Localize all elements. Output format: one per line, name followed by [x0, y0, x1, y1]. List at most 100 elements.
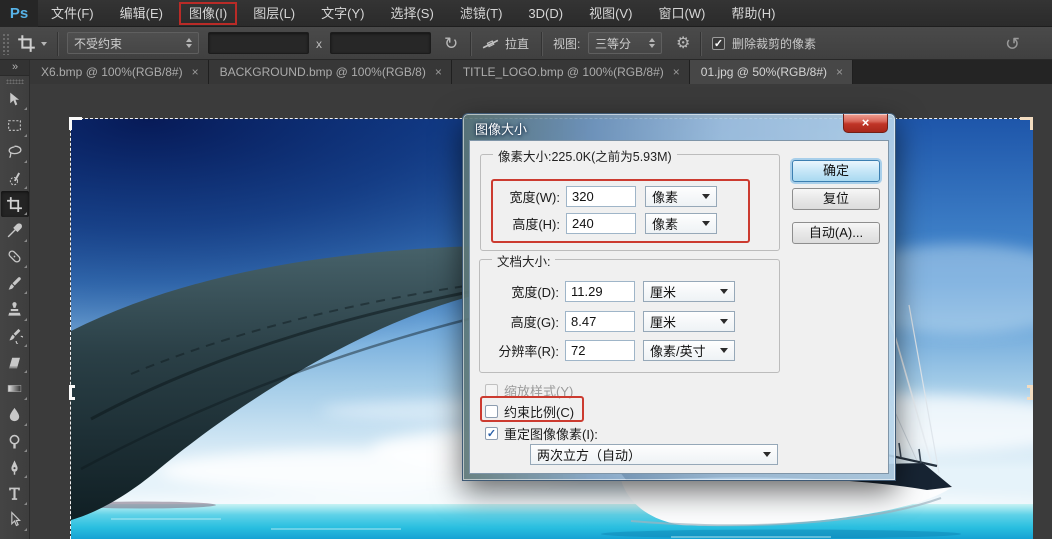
view-overlay-dropdown[interactable]: 三等分 — [588, 32, 662, 54]
pen-tool-icon[interactable] — [1, 454, 29, 480]
gear-icon[interactable]: ⚙ — [676, 27, 690, 60]
crop-handle-top-right[interactable] — [1020, 117, 1033, 130]
dialog-body: 像素大小:225.0K(之前为5.93M) 宽度(W): 像素 高度(H): 像… — [469, 140, 889, 474]
dropdown-arrow-icon — [720, 289, 728, 294]
tools-panel: » — [0, 60, 30, 539]
menu-item[interactable]: 3D(D) — [515, 0, 576, 27]
lasso-tool-icon[interactable] — [1, 139, 29, 165]
document-tab[interactable]: BACKGROUND.bmp @ 100%(RGB/8) × — [209, 60, 452, 84]
menu-item[interactable]: 滤镜(T) — [447, 0, 516, 27]
menu-item[interactable]: 图层(L) — [240, 0, 308, 27]
tab-label: TITLE_LOGO.bmp @ 100%(RGB/8#) — [463, 65, 664, 79]
document-tab[interactable]: X6.bmp @ 100%(RGB/8#)× — [30, 60, 209, 84]
ok-button[interactable]: 确定 — [792, 160, 880, 182]
gradient-tool-icon[interactable] — [1, 375, 29, 401]
menu-item[interactable]: 编辑(E) — [107, 0, 176, 27]
tab-close-icon[interactable]: × — [435, 66, 442, 78]
path-selection-tool-icon[interactable] — [1, 507, 29, 533]
doc-width-label: 宽度(D): — [479, 282, 559, 301]
spot-healing-brush-tool-icon[interactable] — [1, 244, 29, 270]
crop-tool-icon[interactable] — [17, 27, 47, 60]
scale-styles-row[interactable]: 缩放样式(Y) — [485, 380, 573, 401]
crop-handle-top-left[interactable] — [69, 117, 82, 130]
doc-height-label: 高度(G): — [479, 312, 559, 331]
reset-tool-icon[interactable]: ↺ — [1005, 27, 1020, 60]
pixel-height-unit-dropdown[interactable]: 像素 — [645, 213, 717, 234]
close-button[interactable]: × — [843, 114, 888, 133]
doc-height-unit-dropdown[interactable]: 厘米 — [643, 311, 735, 332]
document-tab[interactable]: TITLE_LOGO.bmp @ 100%(RGB/8#) × — [452, 60, 690, 84]
eyedropper-tool-icon[interactable] — [1, 217, 29, 243]
doc-height-input[interactable] — [565, 311, 635, 332]
doc-width-input[interactable] — [565, 281, 635, 302]
resample-method-dropdown[interactable]: 两次立方（自动） — [530, 444, 778, 465]
crop-preset-dropdown[interactable]: 不受约束 — [67, 32, 199, 54]
constrain-proportions-checkbox[interactable] — [485, 405, 498, 418]
tab-close-icon[interactable]: × — [673, 66, 680, 78]
chevron-down-icon — [41, 42, 47, 46]
blur-tool-icon[interactable] — [1, 402, 29, 428]
constrain-proportions-label: 约束比例(C) — [504, 402, 574, 421]
quick-selection-tool-icon[interactable] — [1, 165, 29, 191]
crop-height-field[interactable] — [330, 32, 431, 54]
menu-item[interactable]: 文件(F) — [38, 0, 107, 27]
straighten-label[interactable]: 拉直 — [505, 27, 529, 60]
width-label: 宽度(W): — [480, 187, 560, 206]
panel-grip-icon[interactable] — [6, 79, 24, 84]
view-label: 视图: — [553, 27, 580, 60]
move-tool-icon[interactable] — [1, 86, 29, 112]
resample-image-label: 重定图像像素(I): — [504, 424, 598, 443]
tab-label: BACKGROUND.bmp @ 100%(RGB/8) — [220, 65, 426, 79]
tab-close-icon[interactable]: × — [192, 66, 199, 78]
updown-arrows-icon — [641, 38, 655, 48]
tab-close-icon[interactable]: × — [836, 66, 843, 78]
swap-rotate-icon[interactable]: ↻ — [444, 27, 458, 60]
resample-image-row[interactable]: ✓ 重定图像像素(I): — [485, 423, 598, 444]
collapse-panel-button[interactable]: » — [0, 60, 29, 76]
height-label: 高度(H): — [480, 214, 560, 233]
photoshop-window: Ps 文件(F)编辑(E)图像(I)图层(L)文字(Y)选择(S)滤镜(T)3D… — [0, 0, 1052, 539]
pixel-width-unit-dropdown[interactable]: 像素 — [645, 186, 717, 207]
eraser-tool-icon[interactable] — [1, 349, 29, 375]
menu-item[interactable]: 帮助(H) — [718, 0, 788, 27]
doc-width-unit-dropdown[interactable]: 厘米 — [643, 281, 735, 302]
dropdown-arrow-icon — [720, 348, 728, 353]
document-tab[interactable]: 01.jpg @ 50%(RGB/8#) × — [690, 60, 853, 84]
menu-item[interactable]: 选择(S) — [377, 0, 446, 27]
crop-handle-right[interactable] — [1027, 385, 1033, 400]
dimension-separator: x — [316, 27, 322, 60]
document-tab-bar: X6.bmp @ 100%(RGB/8#)×BACKGROUND.bmp @ 1… — [30, 60, 1052, 84]
menu-item[interactable]: 图像(I) — [176, 0, 240, 27]
crop-width-field[interactable] — [208, 32, 309, 54]
resample-image-checkbox[interactable]: ✓ — [485, 427, 498, 440]
resolution-input[interactable] — [565, 340, 635, 361]
constrain-proportions-row[interactable]: 约束比例(C) — [485, 401, 574, 422]
crop-tool-icon[interactable] — [1, 191, 29, 217]
straighten-icon[interactable] — [481, 27, 500, 60]
image-size-dialog: 图像大小 × 像素大小:225.0K(之前为5.93M) 宽度(W): 像素 高… — [462, 113, 896, 481]
delete-cropped-checkbox[interactable]: ✓ 删除裁剪的像素 — [712, 27, 816, 60]
pixel-height-input[interactable] — [566, 213, 636, 234]
tab-label: 01.jpg @ 50%(RGB/8#) — [701, 65, 827, 79]
clone-stamp-tool-icon[interactable] — [1, 296, 29, 322]
rectangular-marquee-tool-icon[interactable] — [1, 112, 29, 138]
menu-item[interactable]: 窗口(W) — [645, 0, 718, 27]
scale-styles-label: 缩放样式(Y) — [504, 381, 573, 400]
scale-styles-checkbox[interactable] — [485, 384, 498, 397]
checkbox-checked-icon: ✓ — [712, 37, 725, 50]
resolution-unit-dropdown[interactable]: 像素/英寸 — [643, 340, 735, 361]
crop-handle-left[interactable] — [69, 385, 75, 400]
dodge-tool-icon[interactable] — [1, 428, 29, 454]
menu-item[interactable]: 视图(V) — [576, 0, 645, 27]
reset-button[interactable]: 复位 — [792, 188, 880, 210]
dropdown-arrow-icon — [702, 221, 710, 226]
type-tool-icon[interactable] — [1, 480, 29, 506]
dialog-title: 图像大小 — [475, 119, 527, 138]
auto-button[interactable]: 自动(A)... — [792, 222, 880, 244]
brush-tool-icon[interactable] — [1, 270, 29, 296]
pixel-width-input[interactable] — [566, 186, 636, 207]
menu-item[interactable]: 文字(Y) — [308, 0, 377, 27]
options-grip[interactable] — [2, 27, 11, 60]
history-brush-tool-icon[interactable] — [1, 323, 29, 349]
grip-dots-icon — [2, 33, 9, 55]
